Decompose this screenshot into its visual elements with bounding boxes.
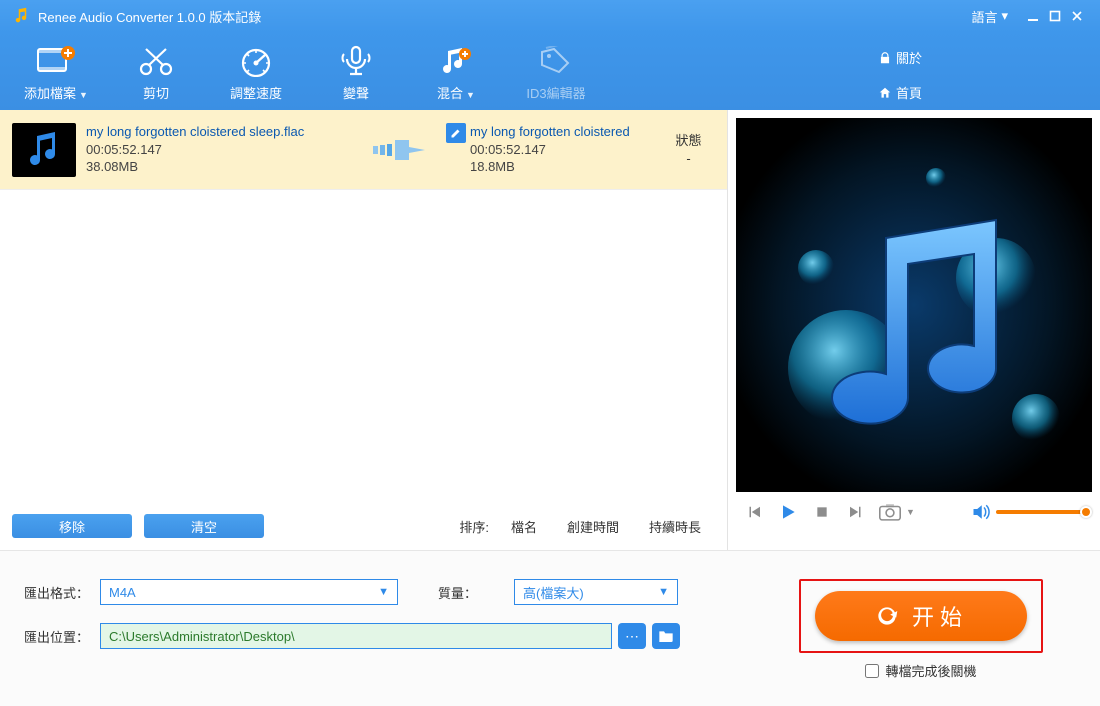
folder-icon (658, 629, 674, 643)
clear-button[interactable]: 清空 (144, 514, 264, 538)
main-toolbar: 添加檔案▼ 剪切 調整速度 (0, 32, 1100, 110)
chevron-down-icon: ▼ (378, 586, 389, 598)
tool-label: 剪切 (143, 86, 169, 101)
stop-button[interactable] (810, 500, 834, 524)
source-info: my long forgotten cloistered sleep.flac … (86, 123, 356, 176)
status-column: 狀態 - (660, 132, 717, 167)
about-link[interactable]: 關於 (878, 48, 922, 67)
refresh-icon (874, 603, 900, 629)
list-footer: 移除 清空 排序: 檔名 創建時間 持續時長 (0, 502, 727, 550)
app-title: Renee Audio Converter 1.0.0 版本記錄 (38, 7, 261, 26)
file-thumbnail (12, 123, 76, 177)
main-area: my long forgotten cloistered sleep.flac … (0, 110, 1100, 550)
tool-speed[interactable]: 調整速度 (206, 41, 306, 102)
file-list-empty-area (0, 190, 727, 502)
maximize-button[interactable] (1044, 5, 1066, 27)
output-info: my long forgotten cloistered 00:05:52.14… (470, 123, 650, 176)
film-add-icon (6, 41, 106, 81)
output-size: 18.8MB (470, 158, 650, 176)
play-button[interactable] (776, 500, 800, 524)
output-path-label: 匯出位置： (24, 627, 100, 646)
format-value: M4A (109, 585, 136, 600)
edit-icon[interactable] (446, 123, 466, 143)
output-path-field[interactable]: C:\Users\Administrator\Desktop\ (100, 623, 612, 649)
chevron-down-icon: ▼ (466, 90, 475, 100)
chevron-down-icon: ▾ (1001, 8, 1008, 24)
tags-icon (506, 41, 606, 81)
tool-voice-change[interactable]: 變聲 (306, 41, 406, 102)
browse-folder-button[interactable] (652, 623, 680, 649)
quality-select[interactable]: 高(檔案大) ▼ (514, 579, 678, 605)
microphone-icon (306, 41, 406, 81)
quality-label: 質量： (438, 583, 514, 602)
shutdown-checkbox[interactable]: 轉檔完成後關機 (865, 661, 976, 680)
status-header: 狀態 (660, 132, 717, 150)
sort-by-time[interactable]: 創建時間 (561, 515, 625, 538)
tool-cut[interactable]: 剪切 (106, 41, 206, 102)
scissors-icon (106, 41, 206, 81)
app-logo-icon (12, 7, 30, 25)
gauge-icon (206, 41, 306, 81)
preview-viewport (736, 118, 1092, 492)
output-file-name: my long forgotten cloistered (470, 123, 650, 141)
sort-label: 排序: (459, 517, 489, 536)
tool-add-file[interactable]: 添加檔案▼ (6, 41, 106, 102)
language-label: 語言 (971, 7, 997, 26)
minimize-button[interactable] (1022, 5, 1044, 27)
volume-control[interactable] (972, 504, 1086, 520)
prev-button[interactable] (742, 500, 766, 524)
output-duration: 00:05:52.147 (470, 141, 650, 159)
source-duration: 00:05:52.147 (86, 141, 356, 159)
volume-slider[interactable] (996, 510, 1086, 514)
home-label: 首頁 (896, 83, 922, 102)
language-menu[interactable]: 語言 ▾ (971, 7, 1008, 26)
tool-label: 變聲 (343, 86, 369, 101)
chevron-down-icon: ▼ (906, 507, 915, 517)
mix-notes-icon (406, 41, 506, 81)
more-path-button[interactable]: ⋯ (618, 623, 646, 649)
chevron-down-icon: ▼ (658, 586, 669, 598)
home-icon (878, 86, 892, 100)
tool-label: 調整速度 (230, 86, 282, 101)
shutdown-label: 轉檔完成後關機 (885, 661, 976, 680)
arrow-right-icon (366, 137, 436, 163)
source-file-name: my long forgotten cloistered sleep.flac (86, 123, 356, 141)
file-row[interactable]: my long forgotten cloistered sleep.flac … (0, 110, 727, 190)
sort-by-name[interactable]: 檔名 (505, 515, 543, 538)
volume-icon (972, 504, 990, 520)
status-value: - (660, 150, 717, 168)
home-link[interactable]: 首頁 (878, 83, 922, 102)
lock-icon (878, 51, 892, 65)
tool-mix[interactable]: 混合▼ (406, 41, 506, 102)
player-controls: ▼ (736, 492, 1092, 532)
tool-id3-editor[interactable]: ID3編輯器 (506, 41, 606, 102)
ellipsis-icon: ⋯ (625, 628, 639, 645)
tool-label: 添加檔案 (24, 86, 76, 101)
title-bar: Renee Audio Converter 1.0.0 版本記錄 語言 ▾ (0, 0, 1100, 32)
shutdown-checkbox-input[interactable] (865, 664, 879, 678)
sort-by-duration[interactable]: 持續時長 (643, 515, 707, 538)
source-size: 38.08MB (86, 158, 356, 176)
file-list-panel: my long forgotten cloistered sleep.flac … (0, 110, 728, 550)
settings-bar: 匯出格式： M4A ▼ 質量： 高(檔案大) ▼ 匯出位置： C:\Users\… (0, 550, 1100, 706)
start-highlight-box: 开始 (799, 579, 1043, 653)
output-path-value: C:\Users\Administrator\Desktop\ (109, 629, 295, 644)
about-label: 關於 (896, 48, 922, 67)
remove-button[interactable]: 移除 (12, 514, 132, 538)
preview-panel: ▼ (728, 110, 1100, 550)
snapshot-button[interactable] (878, 500, 902, 524)
start-label: 开始 (912, 600, 968, 632)
tool-label: ID3編輯器 (526, 86, 585, 101)
format-select[interactable]: M4A ▼ (100, 579, 398, 605)
format-label: 匯出格式： (24, 583, 100, 602)
next-button[interactable] (844, 500, 868, 524)
close-button[interactable] (1066, 5, 1088, 27)
start-button[interactable]: 开始 (815, 591, 1027, 641)
quality-value: 高(檔案大) (523, 583, 584, 602)
chevron-down-icon: ▼ (79, 90, 88, 100)
tool-label: 混合 (437, 86, 463, 101)
